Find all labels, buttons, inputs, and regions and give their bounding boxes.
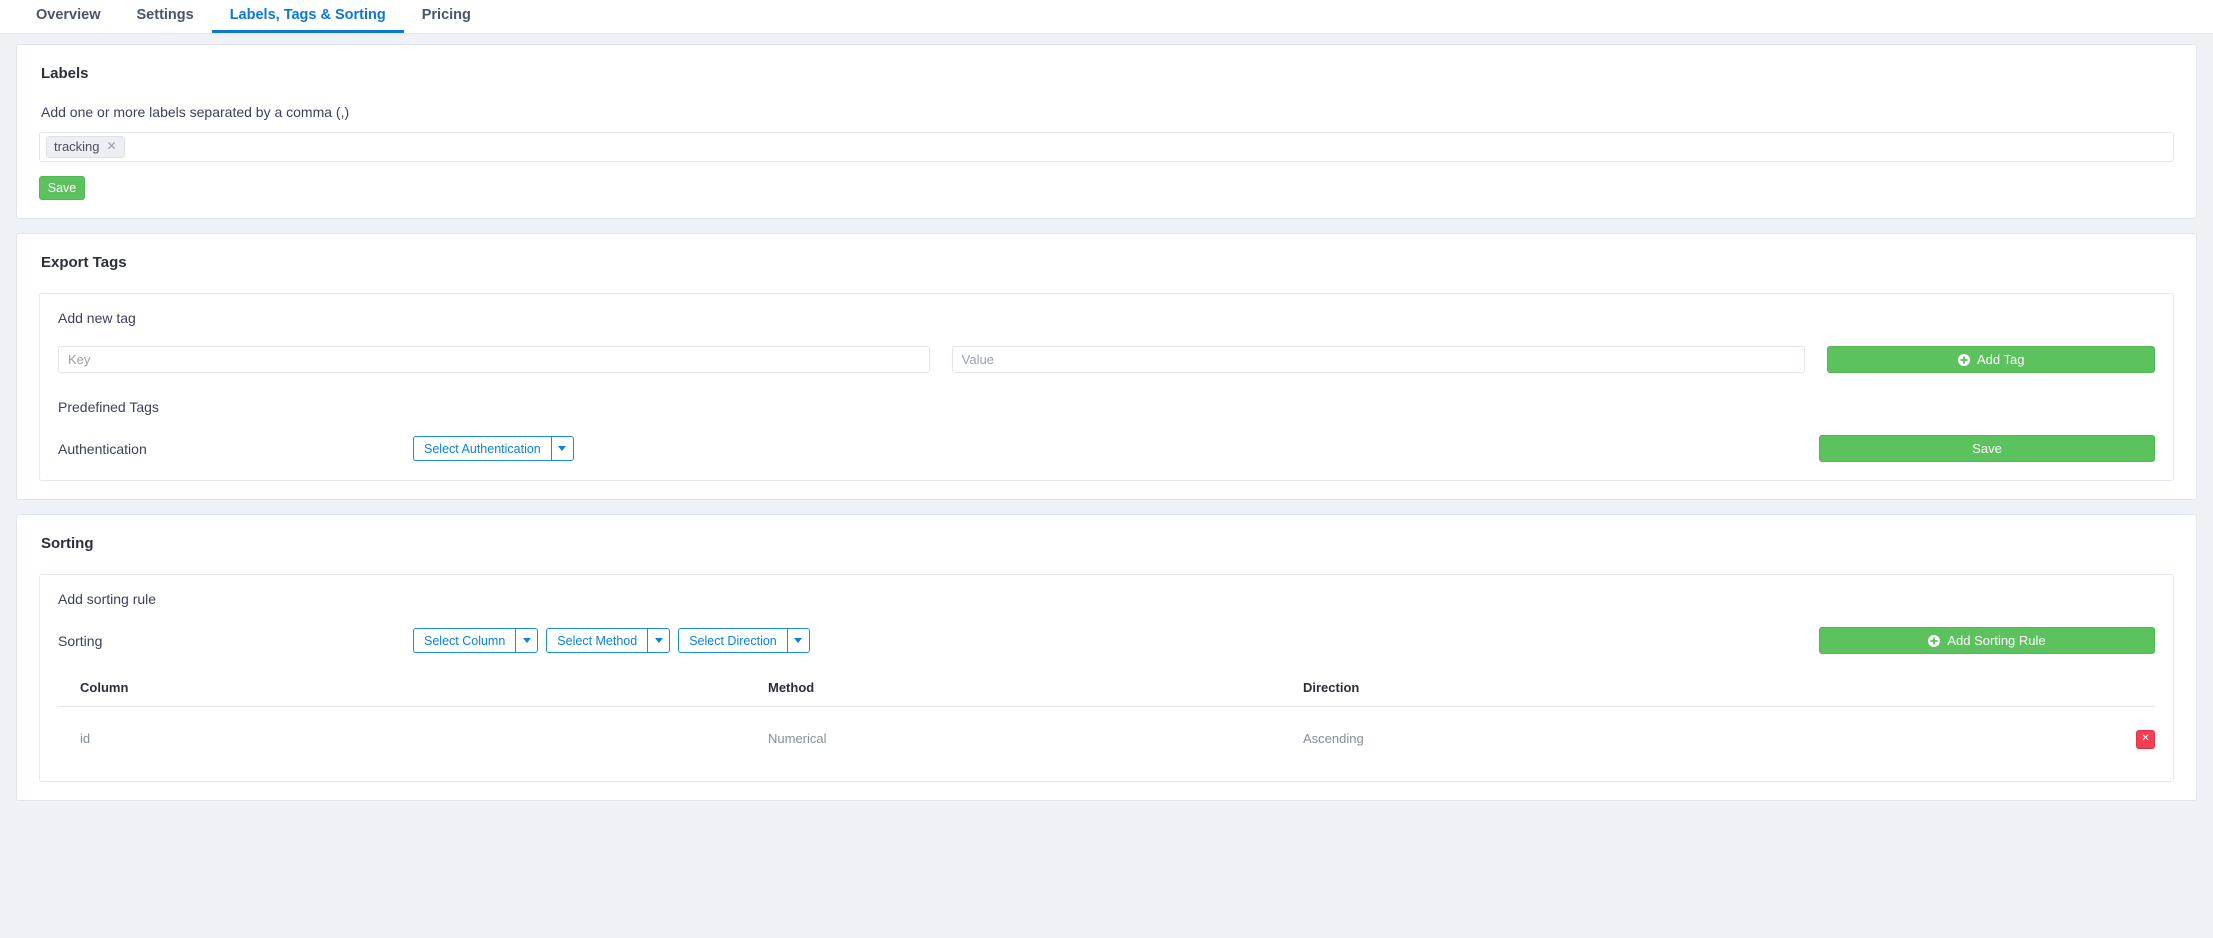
sorting-rules-table: Column Method Direction id Numerical Asc… [58,680,2155,763]
page-content: Labels Add one or more labels separated … [0,34,2213,801]
add-sorting-rule-label: Add sorting rule [58,591,157,607]
labels-card-title: Labels [41,65,89,82]
add-new-tag-panel: Add new tag Add Tag [39,293,2174,481]
export-tags-card: Export Tags Add new tag Key Value Add Ta… [16,233,2197,500]
add-tag-button-wrap: Add Tag [1827,346,2155,373]
table-header-row: Column Method Direction [58,680,2155,707]
header-direction: Direction [1303,680,2095,707]
select-direction-label[interactable]: Select Direction [678,628,787,653]
labels-save-button[interactable]: Save [39,176,85,200]
authentication-dropdown-toggle[interactable] [550,436,574,461]
predefined-tags-heading: Predefined Tags [58,399,159,415]
select-method-label[interactable]: Select Method [546,628,648,653]
export-tags-card-title: Export Tags [41,254,127,271]
add-sorting-rule-button[interactable]: Add Sorting Rule [1819,627,2155,654]
sorting-card: Sorting Add sorting rule Sorting Select … [16,514,2197,801]
add-tag-row: Add Tag [58,346,2155,373]
delete-sorting-rule-button[interactable]: ✕ [2136,729,2155,749]
select-method-dropdown[interactable]: Select Method [546,628,671,653]
tab-overview[interactable]: Overview [18,0,119,33]
tab-settings[interactable]: Settings [119,0,212,33]
sorting-label: Sorting [58,632,103,649]
authentication-row: Authentication Select Authentication Sav… [58,435,2155,462]
tab-labels-tags-sorting[interactable]: Labels, Tags & Sorting [211,0,404,33]
chevron-down-icon [558,446,567,451]
cell-method: Numerical [768,731,827,747]
chevron-down-icon [654,638,663,643]
header-actions [2095,680,2155,707]
add-sorting-rule-button-wrap: Add Sorting Rule [1819,627,2155,654]
tag-key-input[interactable] [58,346,930,373]
labels-help-text: Add one or more labels separated by a co… [41,104,350,120]
authentication-dropdown[interactable]: Select Authentication [413,436,574,461]
table-row: id Numerical Ascending ✕ [58,707,2155,763]
close-icon: ✕ [2141,733,2150,744]
sorting-table-body: id Numerical Ascending ✕ [58,707,2155,763]
header-method: Method [768,680,1303,707]
tab-pricing[interactable]: Pricing [404,0,489,33]
close-icon[interactable]: ✕ [107,139,117,155]
tab-bar: Overview Settings Labels, Tags & Sorting… [0,0,2213,34]
label-chip[interactable]: tracking ✕ [46,135,125,159]
authentication-label: Authentication [58,440,147,457]
select-direction-toggle[interactable] [786,628,810,653]
chevron-down-icon [794,638,803,643]
export-tags-save-wrap: Save [1819,435,2155,462]
select-method-toggle[interactable] [647,628,671,653]
label-chip-text: tracking [54,138,100,154]
add-sorting-rule-panel: Add sorting rule Sorting Select Column S… [39,574,2174,782]
add-sorting-rule-label: Add Sorting Rule [1947,633,2046,648]
sorting-card-title: Sorting [41,535,94,552]
select-column-dropdown[interactable]: Select Column [413,628,539,653]
tag-value-input[interactable] [951,346,1806,373]
sorting-row: Sorting Select Column Select Method Sele… [58,627,2155,654]
select-column-label[interactable]: Select Column [413,628,516,653]
add-tag-button-label: Add Tag [1976,352,2025,367]
sorting-table-head: Column Method Direction [58,680,2155,707]
labels-tag-input[interactable]: tracking ✕ [39,132,2174,162]
authentication-dropdown-label[interactable]: Select Authentication [413,436,551,461]
chevron-down-icon [522,638,531,643]
cell-actions: ✕ [2095,707,2155,763]
plus-circle-icon [1928,634,1941,647]
plus-circle-icon [1957,353,1970,366]
select-direction-dropdown[interactable]: Select Direction [678,628,810,653]
header-column: Column [58,680,768,707]
cell-column: id [80,731,91,747]
select-column-toggle[interactable] [515,628,539,653]
labels-card: Labels Add one or more labels separated … [16,44,2197,219]
add-tag-button[interactable]: Add Tag [1827,346,2155,373]
cell-direction: Ascending [1303,731,1364,747]
export-tags-save-button[interactable]: Save [1819,435,2155,462]
add-new-tag-label: Add new tag [58,310,136,326]
